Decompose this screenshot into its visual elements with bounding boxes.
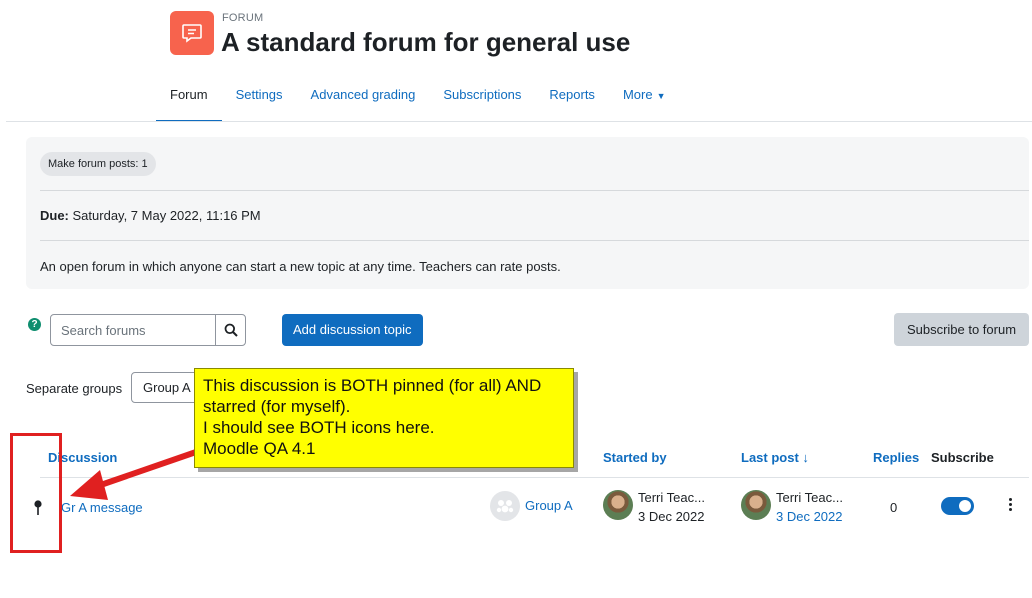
page-title: A standard forum for general use [221, 27, 631, 57]
column-header-replies[interactable]: Replies [873, 450, 919, 465]
annotation-highlight-box [10, 433, 62, 553]
started-by-name: Terri Teac... [638, 490, 705, 505]
annotation-line: Moodle QA 4.1 [203, 439, 316, 458]
help-icon[interactable]: ? [28, 318, 41, 331]
tab-subscriptions[interactable]: Subscriptions [429, 72, 535, 122]
chevron-down-icon: ▼ [656, 91, 666, 101]
annotation-line: starred (for myself). [203, 397, 351, 416]
last-post-date-link[interactable]: 3 Dec 2022 [776, 509, 843, 524]
search-icon [224, 323, 238, 337]
secondary-nav: Forum Settings Advanced grading Subscrip… [156, 72, 679, 122]
annotation-callout: This discussion is BOTH pinned (for all)… [194, 368, 574, 468]
add-discussion-topic-button[interactable]: Add discussion topic [282, 314, 423, 346]
avatar[interactable] [603, 490, 633, 520]
tab-settings[interactable]: Settings [222, 72, 297, 122]
info-divider [40, 240, 1029, 241]
tab-forum[interactable]: Forum [156, 72, 222, 122]
group-avatar-icon [490, 491, 520, 521]
column-header-started-by[interactable]: Started by [603, 450, 667, 465]
kebab-menu-icon[interactable] [1009, 498, 1015, 513]
discussion-link[interactable]: Gr A message [61, 500, 143, 515]
column-header-last-post[interactable]: Last post ↓ [741, 450, 809, 465]
column-header-last-post-label: Last post [741, 450, 799, 465]
tab-more[interactable]: More ▼ [609, 72, 680, 122]
due-value: Saturday, 7 May 2022, 11:16 PM [72, 208, 261, 223]
forum-icon [182, 24, 202, 43]
avatar[interactable] [741, 490, 771, 520]
table-header-divider [40, 477, 1029, 478]
due-date: Due: Saturday, 7 May 2022, 11:16 PM [40, 208, 261, 223]
completion-requirement-badge: Make forum posts: 1 [40, 152, 156, 176]
subscribe-to-forum-button[interactable]: Subscribe to forum [894, 313, 1029, 346]
column-header-subscribe: Subscribe [931, 450, 994, 465]
sort-descending-icon: ↓ [802, 450, 809, 465]
group-link[interactable]: Group A [525, 498, 573, 513]
forum-description: An open forum in which anyone can start … [40, 259, 561, 274]
groups-label: Separate groups [26, 381, 123, 396]
subscribe-toggle[interactable] [941, 497, 974, 515]
tab-more-label: More [622, 87, 653, 102]
search-button[interactable] [215, 314, 246, 346]
nav-divider [6, 121, 1032, 122]
annotation-line: I should see BOTH icons here. [203, 418, 435, 437]
replies-count[interactable]: 0 [890, 500, 897, 515]
info-divider [40, 190, 1029, 191]
tab-reports[interactable]: Reports [535, 72, 609, 122]
annotation-line: This discussion is BOTH pinned (for all)… [203, 376, 542, 395]
activity-type-label: FORUM [222, 12, 264, 24]
forum-activity-icon [170, 11, 214, 55]
started-by-date: 3 Dec 2022 [638, 509, 705, 524]
search-input[interactable] [50, 314, 217, 346]
due-label: Due: [40, 208, 69, 223]
last-post-name: Terri Teac... [776, 490, 843, 505]
tab-advanced-grading[interactable]: Advanced grading [297, 72, 430, 122]
